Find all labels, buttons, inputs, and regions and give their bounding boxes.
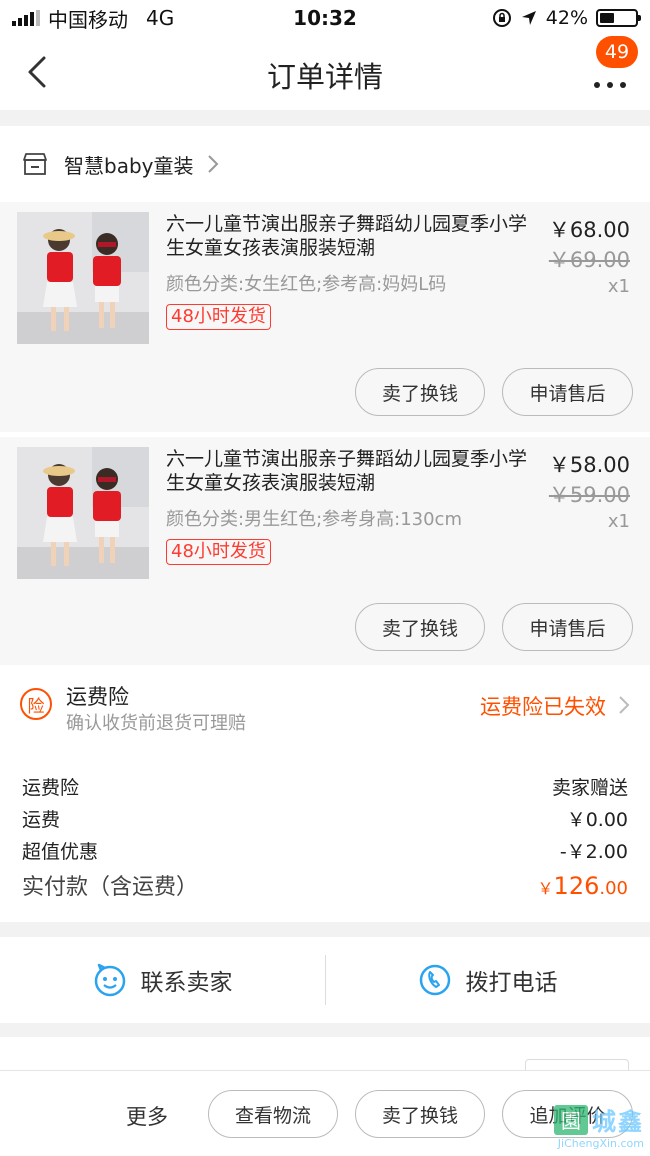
product-image[interactable] bbox=[17, 447, 149, 579]
insurance-status[interactable]: 运费险已失效 bbox=[480, 691, 606, 721]
sell-button[interactable]: 卖了换钱 bbox=[355, 1090, 485, 1138]
product-original-price: ￥59.00 bbox=[548, 483, 630, 507]
contact-seller-button[interactable]: 联系卖家 bbox=[0, 937, 325, 1023]
after-sale-button[interactable]: 申请售后 bbox=[502, 368, 633, 416]
summary-label: 超值优惠 bbox=[22, 841, 99, 863]
insurance-subtitle: 确认收货前退货可理赔 bbox=[66, 713, 246, 734]
nav-bar: 订单详情 49 bbox=[0, 36, 650, 110]
price-summary: 运费险 卖家赠送 运费 ￥0.00 超值优惠 -￥2.00 实付款（含运费） ￥… bbox=[0, 755, 650, 922]
chat-face-icon bbox=[94, 963, 125, 997]
battery-icon bbox=[596, 9, 641, 27]
order-info-section bbox=[0, 1037, 650, 1079]
battery-percent: 42% bbox=[545, 7, 588, 29]
location-icon bbox=[521, 11, 536, 25]
shipping-insurance-section[interactable]: 险 运费险 确认收货前退货可理赔 运费险已失效 bbox=[0, 665, 650, 755]
product-price: ￥58.00 bbox=[548, 453, 630, 477]
view-logistics-button[interactable]: 查看物流 bbox=[208, 1090, 338, 1138]
total-integer: 126 bbox=[553, 872, 600, 900]
chevron-right-icon bbox=[619, 696, 630, 714]
call-phone-label: 拨打电话 bbox=[465, 970, 558, 996]
product-photo bbox=[17, 447, 149, 579]
total-currency: ￥ bbox=[537, 879, 554, 898]
shop-name: 智慧baby童装 bbox=[64, 153, 194, 178]
shipping-tag: 48小时发货 bbox=[166, 539, 271, 565]
summary-value: ￥0.00 bbox=[566, 809, 628, 831]
more-actions-button[interactable]: 更多 bbox=[126, 1101, 168, 1131]
watermark: 園 城鑫 JiChengXin.com bbox=[554, 1102, 644, 1150]
summary-row: 运费 ￥0.00 bbox=[22, 805, 628, 832]
status-bar: 中国移动 4G 10:32 42% bbox=[0, 0, 650, 36]
chevron-right-icon bbox=[208, 155, 219, 173]
message-badge: 49 bbox=[596, 36, 638, 68]
after-sale-button[interactable]: 申请售后 bbox=[502, 603, 633, 651]
product-photo bbox=[17, 212, 149, 344]
product-image[interactable] bbox=[17, 212, 149, 344]
orientation-lock-icon bbox=[492, 9, 511, 27]
insurance-icon: 险 bbox=[20, 688, 52, 720]
order-item[interactable]: 六一儿童节演出服亲子舞蹈幼儿园夏季小学生女童女孩表演服装短潮 颜色分类:男生红色… bbox=[0, 437, 650, 667]
page-title: 订单详情 bbox=[266, 60, 383, 94]
product-spec: 颜色分类:女生红色;参考高:妈妈L码 bbox=[166, 274, 447, 295]
watermark-url: JiChengXin.com bbox=[557, 1137, 644, 1150]
contact-seller-label: 联系卖家 bbox=[140, 970, 233, 996]
total-row: 实付款（含运费） ￥126.00 bbox=[22, 869, 628, 901]
sell-button[interactable]: 卖了换钱 bbox=[355, 603, 485, 651]
watermark-text: 城鑫 bbox=[592, 1108, 644, 1136]
product-title[interactable]: 六一儿童节演出服亲子舞蹈幼儿园夏季小学生女童女孩表演服装短潮 bbox=[166, 447, 528, 495]
product-spec: 颜色分类:男生红色;参考身高:130cm bbox=[166, 509, 462, 530]
total-value: ￥126.00 bbox=[538, 872, 628, 900]
bottom-action-bar: 更多 查看物流 卖了换钱 追加评价 園 城鑫 JiChengXin.com bbox=[0, 1070, 650, 1156]
shipping-tag: 48小时发货 bbox=[166, 304, 271, 330]
product-quantity: x1 bbox=[607, 511, 630, 532]
contact-bar: 联系卖家 拨打电话 bbox=[0, 937, 650, 1023]
phone-icon bbox=[419, 964, 450, 996]
summary-value: -￥2.00 bbox=[559, 841, 628, 863]
summary-value: 卖家赠送 bbox=[551, 777, 628, 799]
insurance-title: 运费险 bbox=[66, 685, 129, 709]
battery-fill bbox=[600, 13, 614, 23]
summary-label: 运费险 bbox=[22, 777, 80, 799]
product-quantity: x1 bbox=[607, 276, 630, 297]
summary-row: 运费险 卖家赠送 bbox=[22, 773, 628, 800]
watermark-logo-icon: 園 bbox=[554, 1104, 588, 1135]
summary-row: 超值优惠 -￥2.00 bbox=[22, 837, 628, 864]
summary-label: 运费 bbox=[22, 809, 61, 831]
total-label: 实付款（含运费） bbox=[22, 875, 199, 900]
shop-header[interactable]: 智慧baby童装 bbox=[0, 126, 650, 202]
shop-icon bbox=[23, 153, 47, 175]
more-dots-icon bbox=[594, 82, 626, 88]
product-price: ￥68.00 bbox=[548, 218, 630, 242]
status-bar-right: 42% bbox=[492, 7, 641, 29]
total-decimal: .00 bbox=[599, 878, 628, 899]
call-phone-button[interactable]: 拨打电话 bbox=[325, 937, 650, 1023]
watermark-logo: 園 城鑫 bbox=[554, 1102, 644, 1137]
sell-button[interactable]: 卖了换钱 bbox=[355, 368, 485, 416]
order-item[interactable]: 六一儿童节演出服亲子舞蹈幼儿园夏季小学生女童女孩表演服装短潮 颜色分类:女生红色… bbox=[0, 202, 650, 432]
product-original-price: ￥69.00 bbox=[548, 248, 630, 272]
product-title[interactable]: 六一儿童节演出服亲子舞蹈幼儿园夏季小学生女童女孩表演服装短潮 bbox=[166, 212, 528, 260]
